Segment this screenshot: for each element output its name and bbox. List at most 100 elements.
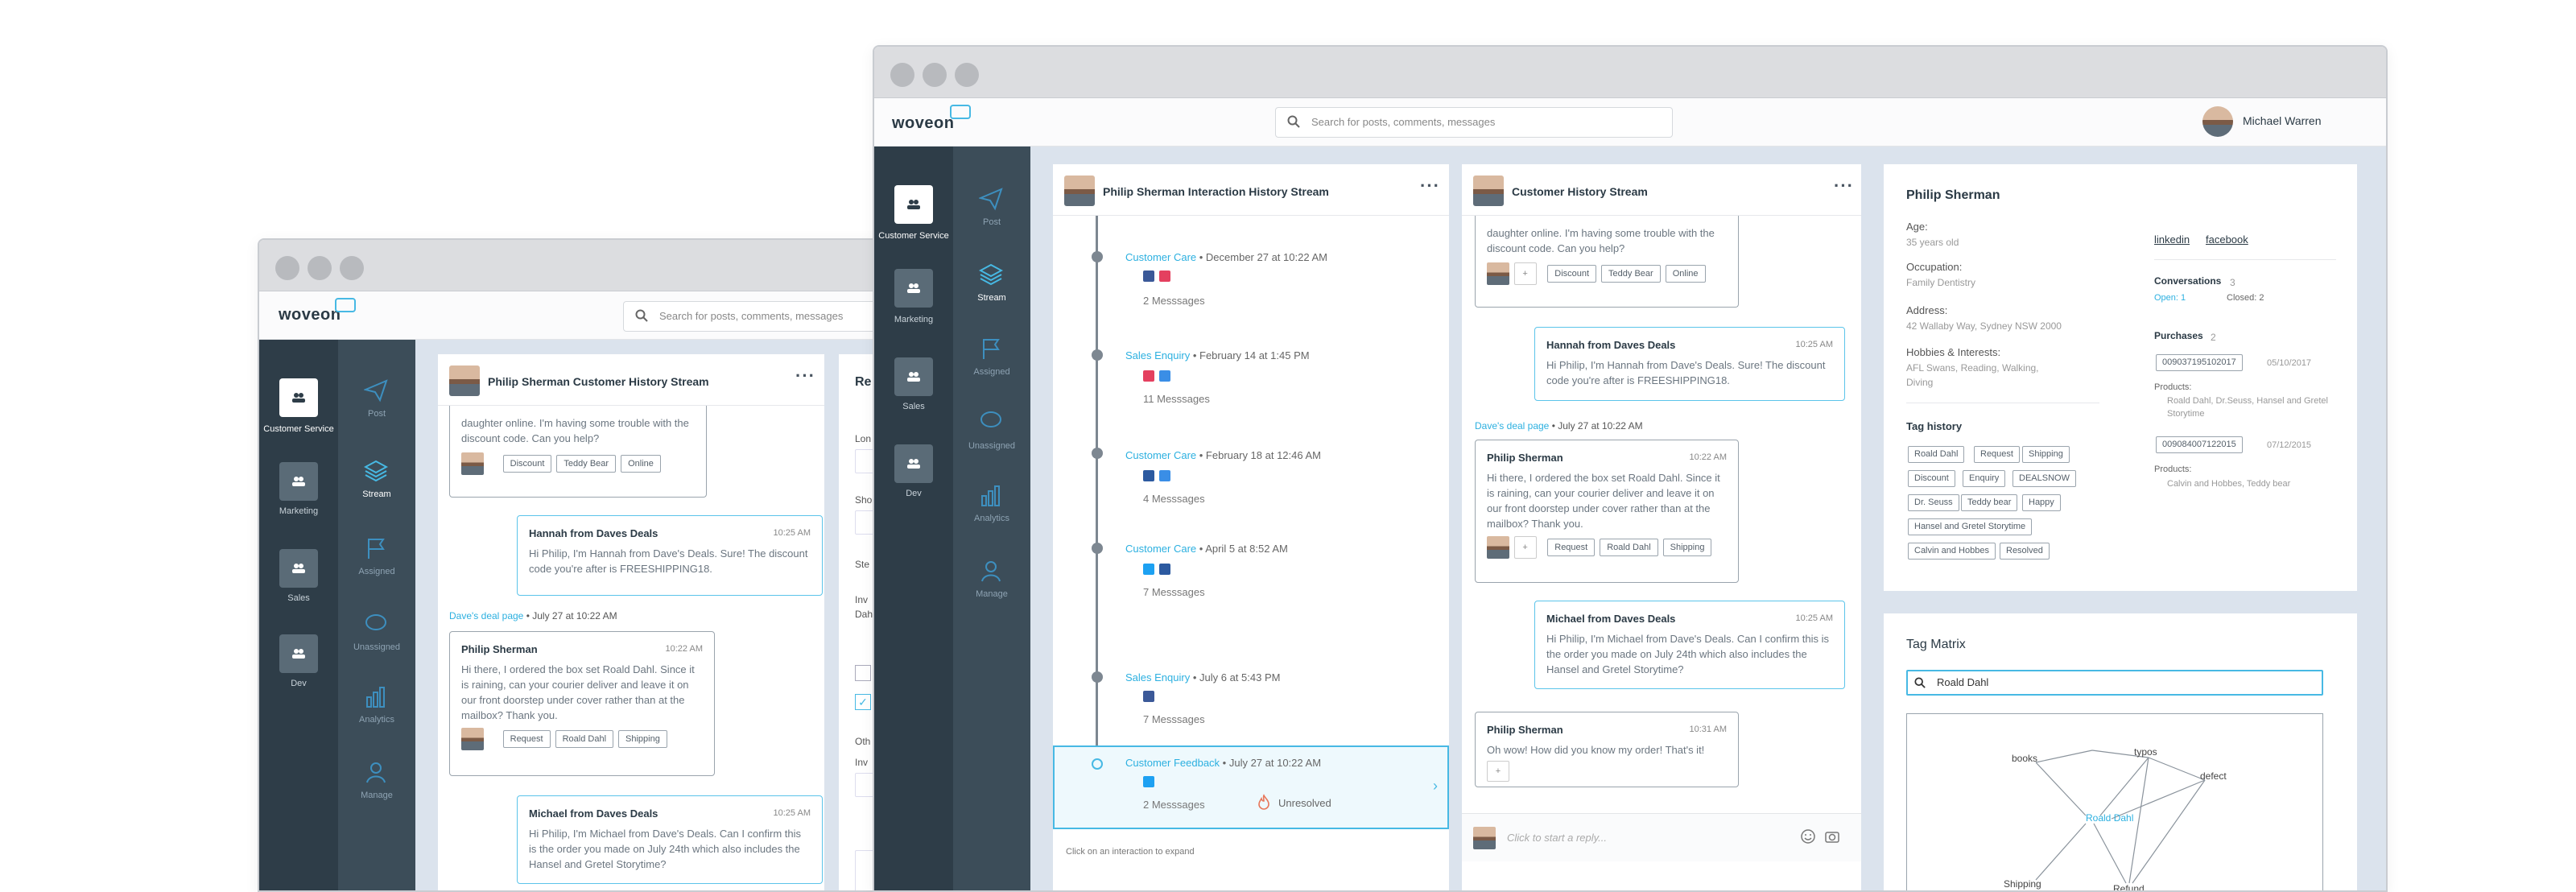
nav-label-post[interactable]: Post: [956, 217, 1028, 227]
camera-icon[interactable]: [1824, 828, 1840, 845]
closed-count[interactable]: Closed: 2: [2227, 293, 2264, 303]
marketing-button[interactable]: [279, 462, 318, 501]
open-count[interactable]: Open: 1: [2154, 293, 2186, 303]
nav-label-unassigned[interactable]: Unassigned: [956, 441, 1028, 451]
tag[interactable]: Shipping: [618, 730, 667, 749]
source-link[interactable]: Dave's deal page: [1475, 420, 1549, 432]
tag[interactable]: Teddy Bear: [1601, 265, 1661, 283]
sales-button[interactable]: [279, 549, 318, 588]
close-dot[interactable]: [275, 256, 299, 280]
stream-icon[interactable]: [364, 459, 388, 483]
sales-button[interactable]: [894, 357, 933, 396]
tag-node[interactable]: Shipping: [2004, 878, 2041, 890]
analytics-icon[interactable]: [364, 684, 388, 708]
maximize-dot[interactable]: [340, 256, 364, 280]
interaction-header[interactable]: Customer Care • April 5 at 8:52 AM: [1125, 543, 1288, 555]
checkbox[interactable]: [855, 665, 871, 681]
tag[interactable]: Online: [1665, 265, 1706, 283]
tag-node[interactable]: books: [2012, 753, 2037, 764]
manage-user-icon[interactable]: [979, 559, 1003, 583]
history-tag[interactable]: Shipping: [2022, 446, 2070, 463]
history-tag[interactable]: Enquiry: [1963, 470, 2006, 487]
nav-label-assigned[interactable]: Assigned: [341, 567, 413, 576]
emoji-icon[interactable]: [1800, 828, 1816, 845]
agent-message[interactable]: Michael from Daves Deals 10:25 AM Hi Phi…: [517, 795, 823, 884]
add-person-icon[interactable]: +: [1513, 536, 1537, 559]
nav-label-assigned[interactable]: Assigned: [956, 367, 1028, 377]
marketing-button[interactable]: [894, 269, 933, 308]
history-tag[interactable]: Happy: [2022, 494, 2061, 511]
nav-label-manage[interactable]: Manage: [956, 589, 1028, 599]
tag[interactable]: Roald Dahl: [1600, 539, 1658, 557]
add-person-icon[interactable]: +: [1513, 262, 1537, 285]
agent-message[interactable]: Hannah from Daves Deals 10:25 AM Hi Phil…: [517, 515, 823, 596]
tag-node[interactable]: Refund: [2113, 883, 2145, 890]
linkedin-link[interactable]: linkedin: [2154, 233, 2190, 246]
history-tag[interactable]: Resolved: [2000, 543, 2050, 560]
more-options-icon[interactable]: ···: [795, 365, 815, 386]
close-dot[interactable]: [890, 63, 914, 87]
customer-service-button[interactable]: [279, 378, 318, 417]
nav-label-analytics[interactable]: Analytics: [341, 715, 413, 725]
facebook-link[interactable]: facebook: [2206, 233, 2248, 246]
history-tag[interactable]: Roald Dahl: [1908, 446, 1965, 463]
agent-message[interactable]: Hannah from Daves Deals 10:25 AM Hi Phil…: [1534, 327, 1845, 401]
tag[interactable]: Request: [1547, 539, 1596, 557]
dev-button[interactable]: [279, 634, 318, 673]
post-icon[interactable]: [364, 378, 388, 403]
tag[interactable]: Online: [621, 455, 661, 473]
order-id[interactable]: 009084007122015: [2156, 436, 2243, 453]
nav-label-stream[interactable]: Stream: [956, 293, 1028, 303]
flag-icon[interactable]: [979, 337, 1003, 361]
selected-interaction[interactable]: Customer Feedback • July 27 at 10:22 AM …: [1053, 745, 1449, 829]
interaction-header[interactable]: Sales Enquiry • July 6 at 5:43 PM: [1125, 671, 1280, 683]
tag[interactable]: Teddy Bear: [556, 455, 617, 473]
search-input[interactable]: Search for posts, comments, messages: [623, 301, 913, 332]
nav-label-post[interactable]: Post: [341, 409, 413, 419]
maximize-dot[interactable]: [955, 63, 979, 87]
customer-message[interactable]: Philip Sherman 10:31 AM Oh wow! How did …: [1475, 712, 1739, 787]
minimize-dot[interactable]: [308, 256, 332, 280]
nav-label-unassigned[interactable]: Unassigned: [341, 642, 413, 652]
tag-graph[interactable]: books typos defect Roald Dahl Shipping R…: [1906, 713, 2323, 890]
customer-message[interactable]: Philip Sherman 10:22 AM Hi there, I orde…: [449, 631, 715, 776]
tag[interactable]: Discount: [502, 455, 552, 473]
tag-node-center[interactable]: Roald Dahl: [2086, 812, 2133, 824]
source-link[interactable]: Dave's deal page: [449, 610, 523, 622]
interaction-header[interactable]: Customer Care • December 27 at 10:22 AM: [1125, 251, 1327, 263]
tag[interactable]: Roald Dahl: [555, 730, 614, 749]
history-tag[interactable]: Teddy bear: [1961, 494, 2018, 511]
customer-message[interactable]: daughter online. I'm having some trouble…: [449, 406, 707, 498]
stream-icon[interactable]: [979, 262, 1003, 287]
tag[interactable]: Discount: [1547, 265, 1597, 283]
post-icon[interactable]: [979, 187, 1003, 211]
manage-user-icon[interactable]: [364, 760, 388, 784]
dev-button[interactable]: [894, 444, 933, 483]
more-options-icon[interactable]: ···: [1834, 176, 1854, 196]
more-options-icon[interactable]: ···: [1420, 176, 1440, 196]
customer-message[interactable]: Philip Sherman 10:22 AM Hi there, I orde…: [1475, 440, 1739, 583]
history-tag[interactable]: Discount: [1908, 470, 1955, 487]
reply-input[interactable]: Click to start a reply...: [1507, 832, 1607, 844]
flag-icon[interactable]: [364, 536, 388, 560]
expand-chevron-icon[interactable]: ›: [1433, 778, 1438, 795]
customer-message[interactable]: daughter online. I'm having some trouble…: [1475, 216, 1739, 308]
tag-node[interactable]: defect: [2200, 770, 2227, 782]
history-tag[interactable]: Calvin and Hobbes: [1908, 543, 1996, 560]
user-avatar[interactable]: [2202, 106, 2233, 137]
interaction-header[interactable]: Sales Enquiry • February 14 at 1:45 PM: [1125, 349, 1310, 361]
nav-label-manage[interactable]: Manage: [341, 791, 413, 800]
nav-label-stream[interactable]: Stream: [341, 489, 413, 499]
tag-search-input[interactable]: Roald Dahl: [1906, 670, 2323, 696]
interaction-header[interactable]: Customer Care • February 18 at 12:46 AM: [1125, 449, 1321, 461]
chat-bubble-icon[interactable]: [979, 409, 1003, 433]
search-input[interactable]: Search for posts, comments, messages: [1275, 107, 1673, 138]
agent-message[interactable]: Michael from Daves Deals 10:25 AM Hi Phi…: [1534, 601, 1845, 689]
tag[interactable]: Shipping: [1662, 539, 1712, 557]
tag-node[interactable]: typos: [2134, 746, 2157, 758]
chat-bubble-icon[interactable]: [364, 612, 388, 636]
tag[interactable]: Request: [502, 730, 551, 749]
history-tag[interactable]: Hansel and Gretel Storytime: [1908, 518, 2033, 535]
customer-service-button[interactable]: [894, 185, 933, 224]
history-tag[interactable]: Dr. Seuss: [1908, 494, 1959, 511]
